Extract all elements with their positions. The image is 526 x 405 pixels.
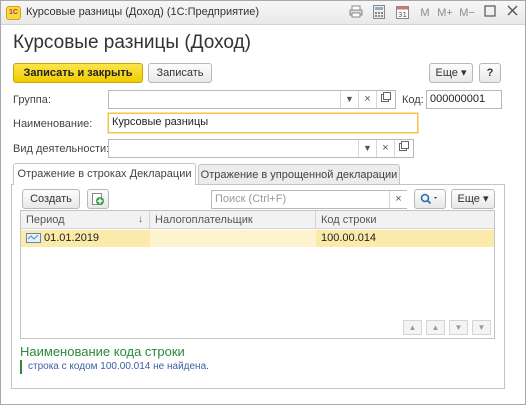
table-row[interactable]: 01.01.2019 100.00.014 [21,230,494,247]
svg-text:31: 31 [398,11,407,19]
sort-down-icon: ↓ [138,214,143,225]
calendar-icon[interactable]: 31 [394,5,410,21]
scroll-up-icon[interactable]: ▲ [426,320,445,335]
clear-icon[interactable]: × [358,91,376,108]
cell-line-code: 100.00.014 [321,232,377,244]
memory-plus-button[interactable]: M+ [435,5,455,21]
tab-declaration-lines[interactable]: Отражение в строках Декларации [13,163,196,185]
data-table[interactable]: Период ↓ Налогоплательщик Код строки 01.… [20,210,495,339]
line-code-name-title: Наименование кода строки [20,344,185,359]
close-icon[interactable] [504,5,520,21]
column-header-label: Период [26,214,65,226]
code-field[interactable]: 000000001 [426,90,502,109]
name-label: Наименование: [13,118,93,130]
cell-taxpayer [150,230,316,247]
app-logo: 1С [6,6,21,20]
calculator-icon[interactable] [371,5,387,21]
activity-label: Вид деятельности: [13,143,110,155]
column-header-taxpayer[interactable]: Налогоплательщик [150,211,316,229]
scroll-first-icon[interactable]: ▲ [403,320,422,335]
column-header-line-code[interactable]: Код строки [316,211,494,229]
line-code-note: строка с кодом 100.00.014 не найдена. [28,361,209,372]
search-clear-icon[interactable]: × [389,191,407,208]
table-more-button[interactable]: Еще ▾ [451,189,495,209]
scroll-down-icon[interactable]: ▼ [449,320,468,335]
title-bar: 1С Курсовые разницы (Доход) (1С:Предприя… [1,1,525,25]
open-icon[interactable] [376,91,394,108]
table-header: Период ↓ Налогоплательщик Код строки [21,211,494,229]
open-icon[interactable] [394,140,412,157]
search-button[interactable] [414,189,446,209]
restore-icon[interactable] [482,5,498,21]
clear-icon[interactable]: × [376,140,394,157]
save-and-close-button[interactable]: Записать и закрыть [13,63,143,83]
activity-field[interactable]: ▼ × [108,139,414,158]
memory-m-button[interactable]: M [418,5,432,21]
add-copy-icon [91,193,105,209]
help-button[interactable]: ? [479,63,501,83]
copy-button[interactable] [87,189,109,209]
group-label: Группа: [13,94,51,106]
save-button[interactable]: Записать [148,63,212,83]
chevron-down-icon[interactable]: ▼ [340,91,358,108]
more-button[interactable]: Еще ▾ [429,63,473,83]
window-title: Курсовые разницы (Доход) (1С:Предприятие… [26,6,260,18]
search-icon [420,193,440,208]
chevron-down-icon[interactable]: ▼ [358,140,376,157]
name-field[interactable]: Курсовые разницы [108,113,418,133]
app-window: 1С Курсовые разницы (Доход) (1С:Предприя… [0,0,526,405]
scroll-last-icon[interactable]: ▼ [472,320,491,335]
group-field[interactable]: ▼ × [108,90,396,109]
note-marker [20,360,22,374]
column-header-period[interactable]: Период ↓ [21,211,150,229]
record-icon [26,232,41,249]
tab-simplified-declaration[interactable]: Отражение в упрощенной декларации [198,164,400,185]
search-input[interactable]: Поиск (Ctrl+F) [211,190,407,209]
page-title: Курсовые разницы (Доход) [13,32,251,53]
memory-minus-button[interactable]: M− [457,5,477,21]
create-button[interactable]: Создать [22,189,80,209]
period-value: 01.01.2019 [44,232,100,244]
print-icon[interactable] [348,5,364,21]
code-label: Код: [402,94,424,106]
cell-period: 01.01.2019 [21,230,150,247]
